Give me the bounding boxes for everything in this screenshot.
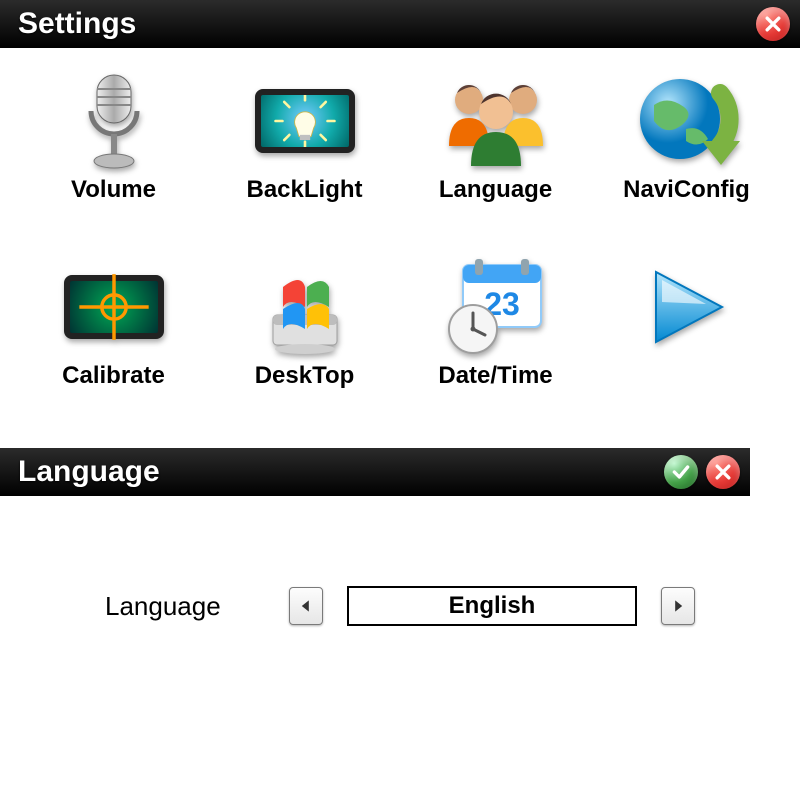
tile-volume[interactable]: Volume [28,66,199,246]
language-prev-button[interactable] [289,587,323,625]
microphone-icon [54,66,174,176]
play-arrow-icon [627,252,747,362]
settings-titlebar: Settings [0,0,800,48]
backlight-icon [245,66,365,176]
chevron-right-icon [671,599,685,613]
tile-language-label: Language [439,176,552,204]
close-icon [763,14,783,34]
settings-title: Settings [18,7,748,41]
language-title: Language [18,455,656,489]
close-icon [713,462,733,482]
desktop-icon [245,252,365,362]
datetime-icon: 23 [436,252,556,362]
language-ok-button[interactable] [664,455,698,489]
calibrate-icon [54,252,174,362]
tile-calibrate-label: Calibrate [62,362,165,390]
tile-calibrate[interactable]: Calibrate [28,252,199,432]
language-field-label: Language [105,591,265,622]
tile-datetime[interactable]: 23 Date/Time [410,252,581,432]
check-icon [671,462,691,482]
tile-datetime-label: Date/Time [438,362,552,390]
language-panel: Language English [0,496,800,626]
tile-desktop-label: DeskTop [255,362,355,390]
tile-language[interactable]: Language [410,66,581,246]
language-next-button[interactable] [661,587,695,625]
people-icon [436,66,556,176]
chevron-left-icon [299,599,313,613]
tile-naviconfig[interactable]: NaviConfig [601,66,772,246]
settings-close-button[interactable] [756,7,790,41]
tile-backlight-label: BackLight [246,176,362,204]
language-titlebar: Language [0,448,750,496]
language-close-button[interactable] [706,455,740,489]
tile-desktop[interactable]: DeskTop [219,252,390,432]
tile-naviconfig-label: NaviConfig [623,176,750,204]
settings-panel: Volume BackL [0,48,800,448]
settings-next-page[interactable] [601,252,772,432]
tile-backlight[interactable]: BackLight [219,66,390,246]
tile-volume-label: Volume [71,176,156,204]
language-value: English [347,586,637,626]
globe-arrow-icon [627,66,747,176]
